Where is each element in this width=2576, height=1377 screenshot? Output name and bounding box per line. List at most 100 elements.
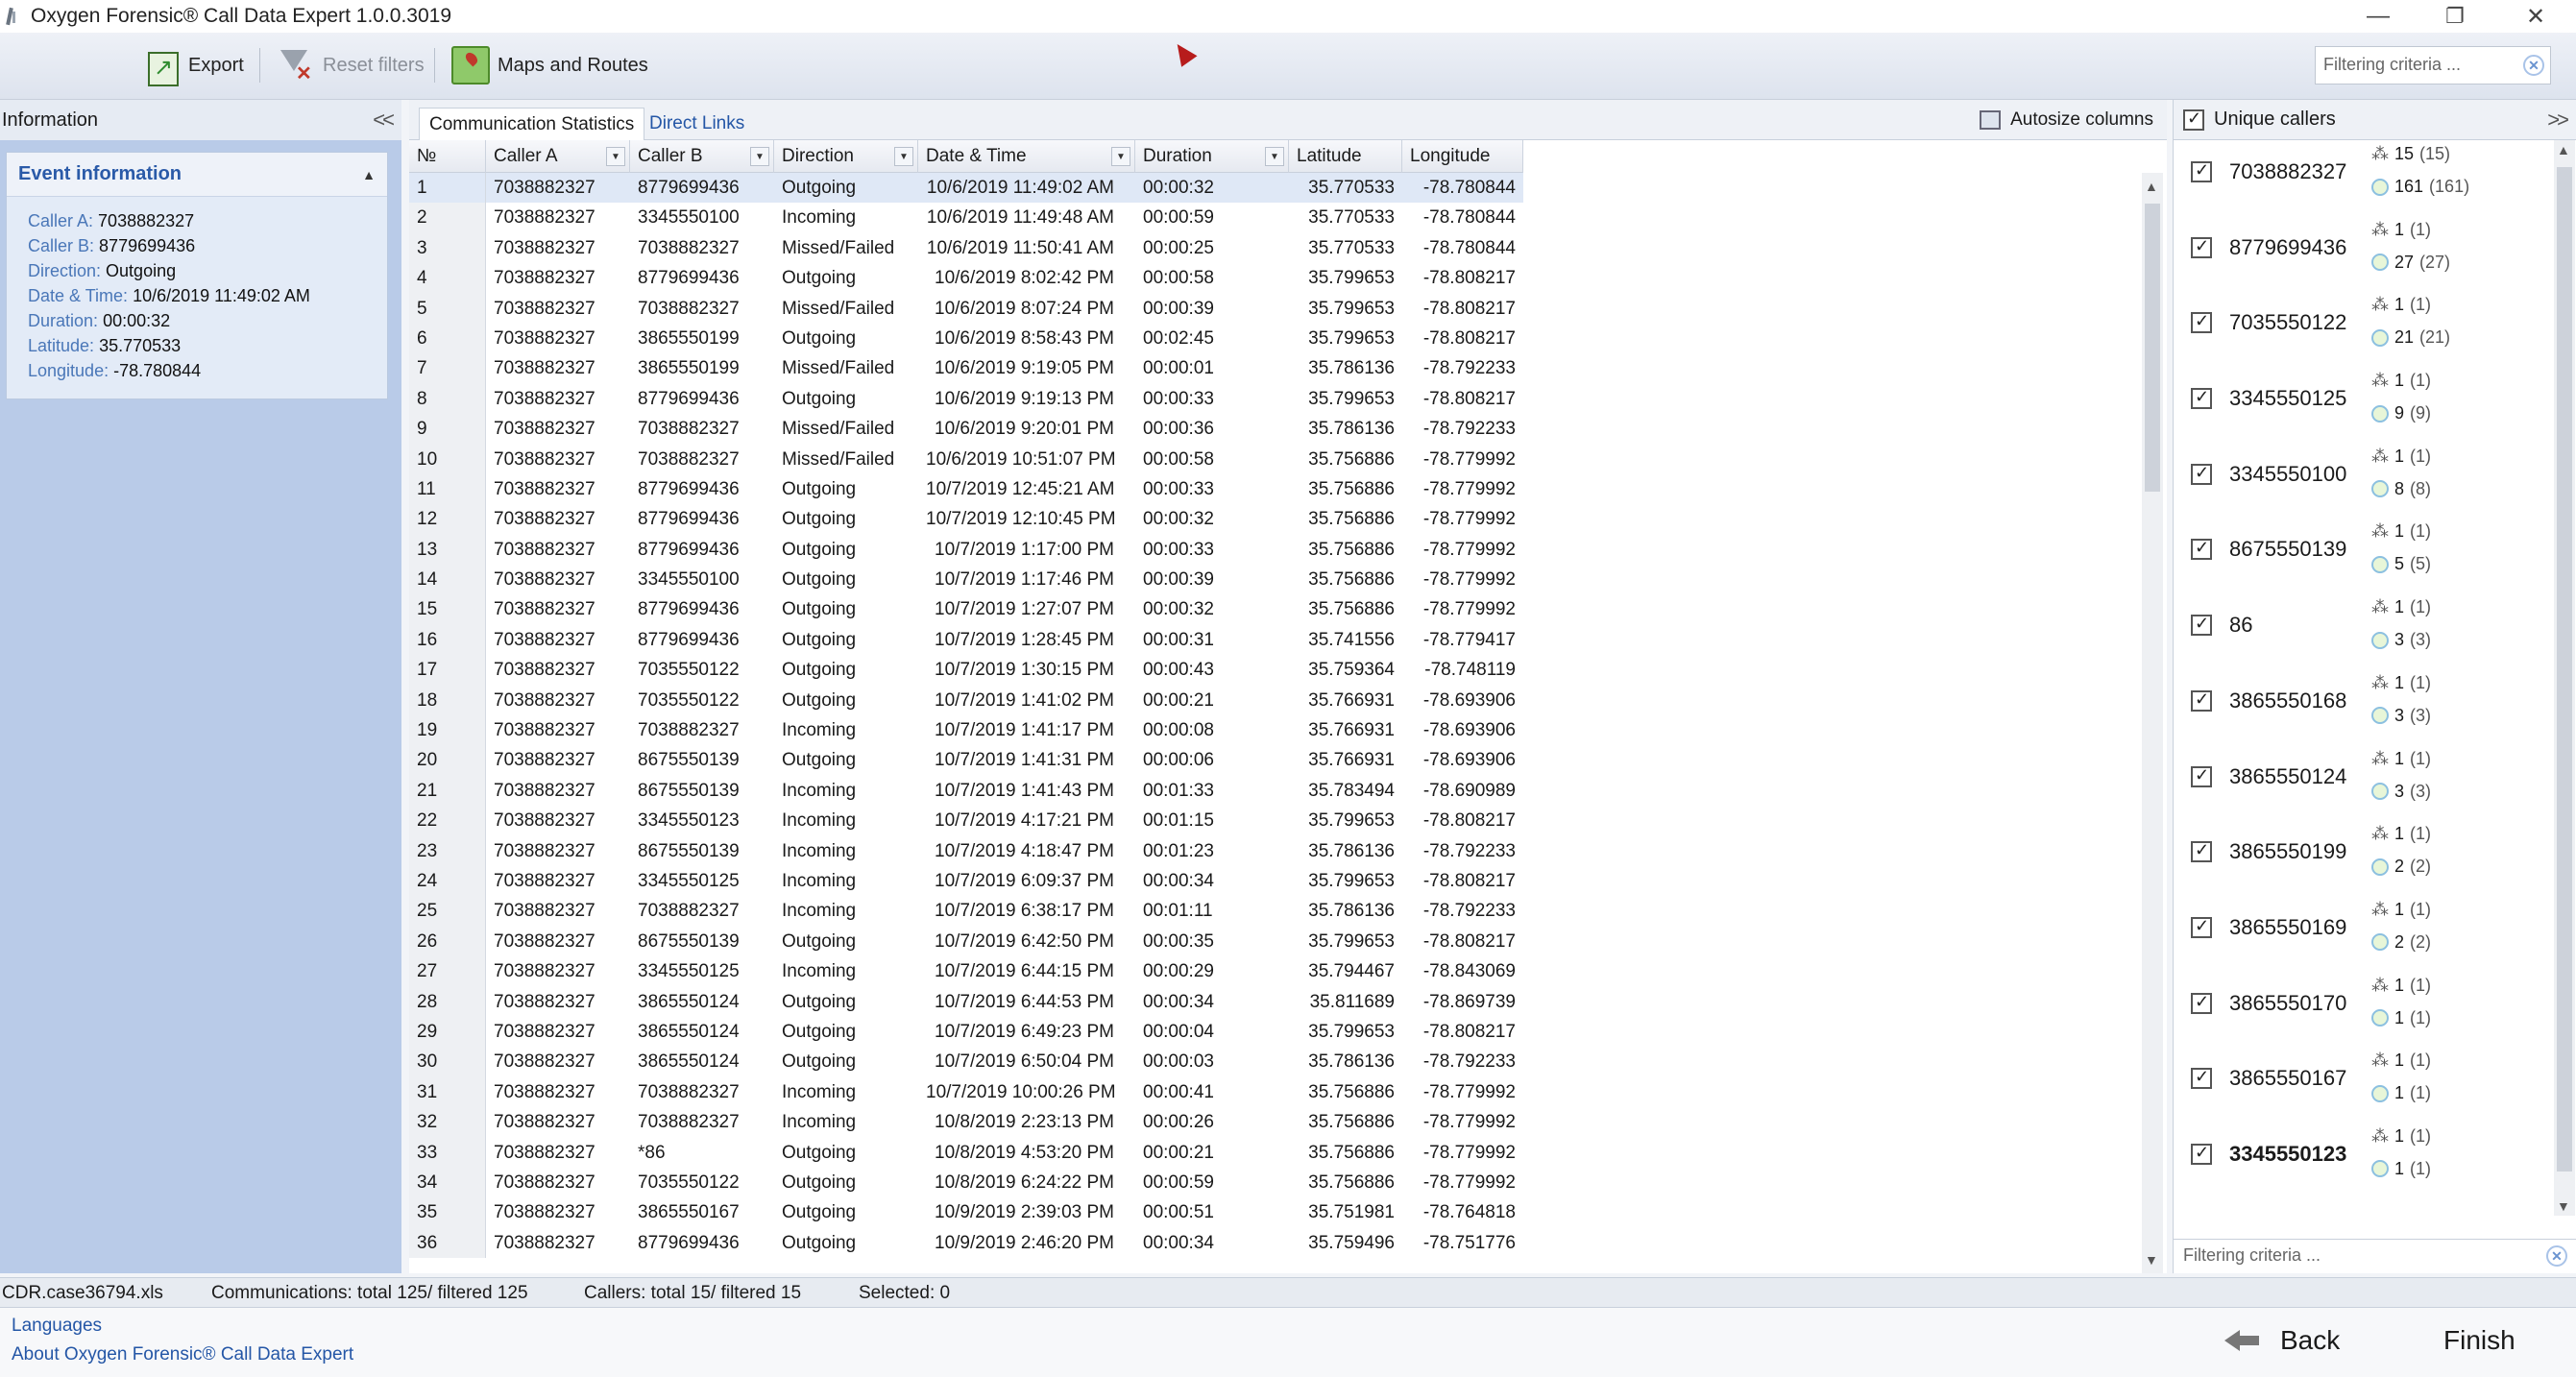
column-filter-icon[interactable]: ▼	[894, 147, 913, 166]
table-row[interactable]: 19 7038882327 7038882327 Incoming 10/7/2019 …	[409, 715, 2138, 746]
table-row[interactable]: 18 7038882327 7035550122 Outgoing 10/7/2019 …	[409, 685, 2138, 716]
tab-direct-links[interactable]: Direct Links	[640, 108, 754, 140]
select-all-checkbox[interactable]	[2183, 109, 2204, 131]
column-header[interactable]: №	[409, 140, 486, 173]
scroll-down-icon[interactable]: ▼	[2145, 1252, 2158, 1268]
table-row[interactable]: 31 7038882327 7038882327 Incoming 10/7/2019 …	[409, 1076, 2138, 1108]
table-row[interactable]: 11 7038882327 8779699436 Outgoing 10/7/2019 …	[409, 473, 2138, 505]
maps-routes-button[interactable]: Maps and Routes	[451, 42, 648, 88]
table-row[interactable]: 5 7038882327 7038882327 Missed/Failed 10/6/2…	[409, 293, 2138, 324]
callers-scrollbar[interactable]: ▲ ▼	[2554, 140, 2575, 1216]
table-row[interactable]: 22 7038882327 3345550123 Incoming 10/7/2019 …	[409, 806, 2138, 836]
autosize-columns-button[interactable]: Autosize columns	[1980, 106, 2153, 134]
table-row[interactable]: 14 7038882327 3345550100 Outgoing 10/7/2019 …	[409, 565, 2138, 595]
caller-item[interactable]: 8779699436 ⁂1(1) 27(27)	[2174, 216, 2554, 292]
table-row[interactable]: 3 7038882327 7038882327 Missed/Failed 10/6/2…	[409, 232, 2138, 264]
table-row[interactable]: 36 7038882327 8779699436 Outgoing 10/9/2019 …	[409, 1227, 2138, 1259]
collapse-left-icon[interactable]: <<	[373, 108, 395, 133]
caller-checkbox[interactable]	[2191, 311, 2212, 334]
scroll-down-icon[interactable]: ▼	[2557, 1198, 2570, 1214]
table-row[interactable]: 24 7038882327 3345550125 Incoming 10/7/2019 …	[409, 865, 2138, 897]
tab-communication-statistics[interactable]: Communication Statistics	[419, 108, 645, 140]
clear-filter-icon[interactable]: ✕	[2546, 1245, 2567, 1267]
caller-checkbox[interactable]	[2191, 236, 2212, 258]
finish-button[interactable]: Finish	[2443, 1325, 2515, 1356]
caller-item[interactable]: 3345550123⁂1(1)1(1)	[2174, 1123, 2554, 1198]
back-button[interactable]: Back	[2224, 1325, 2340, 1356]
caller-checkbox[interactable]	[2191, 840, 2212, 863]
minimize-button[interactable]: —	[2349, 0, 2407, 33]
caller-checkbox[interactable]	[2191, 463, 2212, 485]
table-row[interactable]: 25 7038882327 7038882327 Incoming 10/7/2019 …	[409, 896, 2138, 927]
caller-checkbox[interactable]	[2191, 160, 2212, 182]
column-filter-icon[interactable]: ▼	[750, 147, 769, 166]
scroll-thumb[interactable]	[2145, 204, 2160, 492]
column-header[interactable]: Latitude	[1289, 140, 1402, 173]
reset-filters-button[interactable]: Reset filters	[277, 42, 425, 88]
caller-checkbox[interactable]	[2191, 538, 2212, 561]
column-header[interactable]: Direction ▼	[774, 140, 918, 173]
caller-item[interactable]: 3865550169⁂1(1)2(2)	[2174, 896, 2554, 972]
caller-checkbox[interactable]	[2191, 765, 2212, 787]
column-header[interactable]: Caller B ▼	[630, 140, 774, 173]
caller-checkbox[interactable]	[2191, 689, 2212, 712]
table-row[interactable]: 35 7038882327 3865550167 Outgoing 10/9/2019 …	[409, 1197, 2138, 1228]
expand-right-icon[interactable]: >>	[2547, 108, 2569, 133]
column-filter-icon[interactable]: ▼	[606, 147, 625, 166]
caller-checkbox[interactable]	[2191, 916, 2212, 938]
table-row[interactable]: 27 7038882327 3345550125 Incoming 10/7/2019 …	[409, 956, 2138, 987]
table-row[interactable]: 32 7038882327 7038882327 Incoming 10/8/2019 …	[409, 1107, 2138, 1138]
table-row[interactable]: 10 7038882327 7038882327 Missed/Failed 10/6/…	[409, 444, 2138, 474]
caller-checkbox[interactable]	[2191, 992, 2212, 1014]
scroll-up-icon[interactable]: ▲	[2557, 142, 2570, 157]
table-row[interactable]: 20 7038882327 8675550139 Outgoing 10/7/2019 …	[409, 745, 2138, 776]
table-row[interactable]: 13 7038882327 8779699436 Outgoing 10/7/2019 …	[409, 534, 2138, 566]
table-row[interactable]: 16 7038882327 8779699436 Outgoing 10/7/2019 …	[409, 624, 2138, 656]
column-header[interactable]: Caller A ▼	[486, 140, 630, 173]
table-row[interactable]: 12 7038882327 8779699436 Outgoing 10/7/2019 …	[409, 504, 2138, 535]
table-row[interactable]: 2 7038882327 3345550100 Incoming 10/6/2019 1…	[409, 203, 2138, 233]
table-row[interactable]: 1 7038882327 8779699436 Outgoing 10/6/2019 1…	[409, 173, 2138, 204]
grid-vertical-scrollbar[interactable]: ▲ ▼	[2142, 173, 2163, 1273]
table-row[interactable]: 17 7038882327 7035550122 Outgoing 10/7/2019 …	[409, 655, 2138, 686]
caller-item[interactable]: 7035550122 ⁂1(1) 21(21)	[2174, 291, 2554, 367]
table-row[interactable]: 21 7038882327 8675550139 Incoming 10/7/2019 …	[409, 775, 2138, 807]
top-filter-input[interactable]: Filtering criteria ... ✕	[2315, 46, 2551, 85]
caller-checkbox[interactable]	[2191, 1143, 2212, 1165]
caller-item[interactable]: 3865550199⁂1(1)2(2)	[2174, 820, 2554, 896]
caller-item[interactable]: 3865550124⁂1(1)3(3)	[2174, 745, 2554, 821]
table-row[interactable]: 6 7038882327 3865550199 Outgoing 10/6/2019 8…	[409, 323, 2138, 354]
caller-checkbox[interactable]	[2191, 1067, 2212, 1090]
table-row[interactable]: 34 7038882327 7035550122 Outgoing 10/8/2019 …	[409, 1167, 2138, 1198]
event-information-header[interactable]: Event information ▲	[7, 153, 387, 197]
caller-item[interactable]: 3345550100⁂1(1)8(8)	[2174, 443, 2554, 519]
caller-checkbox[interactable]	[2191, 614, 2212, 637]
about-link[interactable]: About Oxygen Forensic® Call Data Expert	[12, 1344, 353, 1365]
close-button[interactable]: ✕	[2507, 0, 2564, 33]
column-header[interactable]: Duration ▼	[1135, 140, 1289, 173]
column-filter-icon[interactable]: ▼	[1265, 147, 1284, 166]
table-row[interactable]: 4 7038882327 8779699436 Outgoing 10/6/2019 8…	[409, 263, 2138, 294]
caller-item[interactable]: 3865550170⁂1(1)1(1)	[2174, 972, 2554, 1048]
table-row[interactable]: 23 7038882327 8675550139 Incoming 10/7/2019 …	[409, 835, 2138, 866]
languages-link[interactable]: Languages	[12, 1316, 102, 1337]
export-button[interactable]: Export	[142, 42, 244, 88]
collapse-up-icon[interactable]: ▲	[362, 167, 376, 182]
caller-item[interactable]: 3345550125⁂1(1)9(9)	[2174, 367, 2554, 443]
callers-filter-input[interactable]: Filtering criteria ... ✕	[2174, 1239, 2576, 1273]
caller-item[interactable]: 3865550167⁂1(1)1(1)	[2174, 1047, 2554, 1123]
table-row[interactable]: 28 7038882327 3865550124 Outgoing 10/7/2019 …	[409, 986, 2138, 1017]
table-row[interactable]: 9 7038882327 7038882327 Missed/Failed 10/6/2…	[409, 414, 2138, 445]
table-row[interactable]: 7 7038882327 3865550199 Missed/Failed 10/6/2…	[409, 353, 2138, 384]
caller-item[interactable]: 8675550139⁂1(1)5(5)	[2174, 518, 2554, 593]
table-row[interactable]: 30 7038882327 3865550124 Outgoing 10/7/2019 …	[409, 1047, 2138, 1077]
scroll-thumb[interactable]	[2557, 167, 2572, 1172]
table-row[interactable]: 8 7038882327 8779699436 Outgoing 10/6/2019 9…	[409, 383, 2138, 415]
caller-checkbox[interactable]	[2191, 387, 2212, 410]
table-row[interactable]: 26 7038882327 8675550139 Outgoing 10/7/2019 …	[409, 926, 2138, 957]
column-header[interactable]: Longitude	[1402, 140, 1523, 173]
scroll-up-icon[interactable]: ▲	[2145, 179, 2158, 194]
caller-item[interactable]: 86⁂1(1)3(3)	[2174, 593, 2554, 669]
clear-filter-icon[interactable]: ✕	[2523, 55, 2544, 76]
table-row[interactable]: 33 7038882327 *86 Outgoing 10/8/2019 4:53:20…	[409, 1137, 2138, 1168]
